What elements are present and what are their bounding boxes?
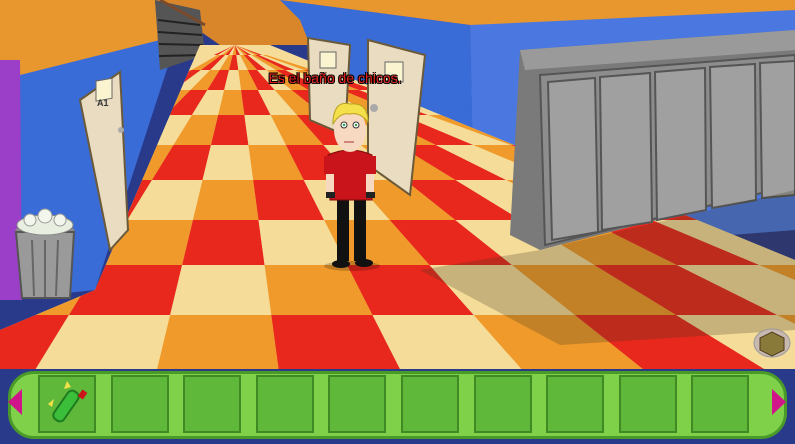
restroom-door[interactable]	[368, 40, 425, 195]
box-hotspot[interactable]	[752, 328, 792, 360]
floor-tile	[170, 265, 272, 315]
inventory-slot[interactable]	[255, 375, 314, 433]
floor-tile	[182, 220, 265, 265]
floor-tile	[202, 145, 254, 180]
inventory-slot[interactable]	[328, 375, 387, 433]
inventory-bar	[0, 369, 795, 444]
inventory-right-arrow[interactable]	[772, 389, 786, 415]
inventory-slot[interactable]	[183, 375, 242, 433]
inventory-slot[interactable]	[473, 375, 532, 433]
floor-tile	[157, 315, 279, 369]
inventory-slot[interactable]	[401, 375, 459, 433]
inventory-slot[interactable]	[691, 375, 750, 433]
floor-tile	[192, 180, 259, 220]
inventory-slot[interactable]	[618, 375, 677, 433]
inventory-left-arrow[interactable]	[8, 389, 22, 415]
classroom-door[interactable]: A1	[80, 72, 128, 250]
lockers[interactable]	[510, 30, 795, 250]
inventory-slot[interactable]	[38, 375, 96, 433]
trash-can-hotspot[interactable]	[14, 214, 76, 302]
boys-bathroom-door[interactable]	[308, 38, 353, 133]
classroom-door-label: A1	[97, 98, 109, 108]
inventory-slot[interactable]	[110, 375, 169, 433]
inventory-slot[interactable]	[546, 375, 605, 433]
green-bottle-icon	[48, 381, 88, 423]
